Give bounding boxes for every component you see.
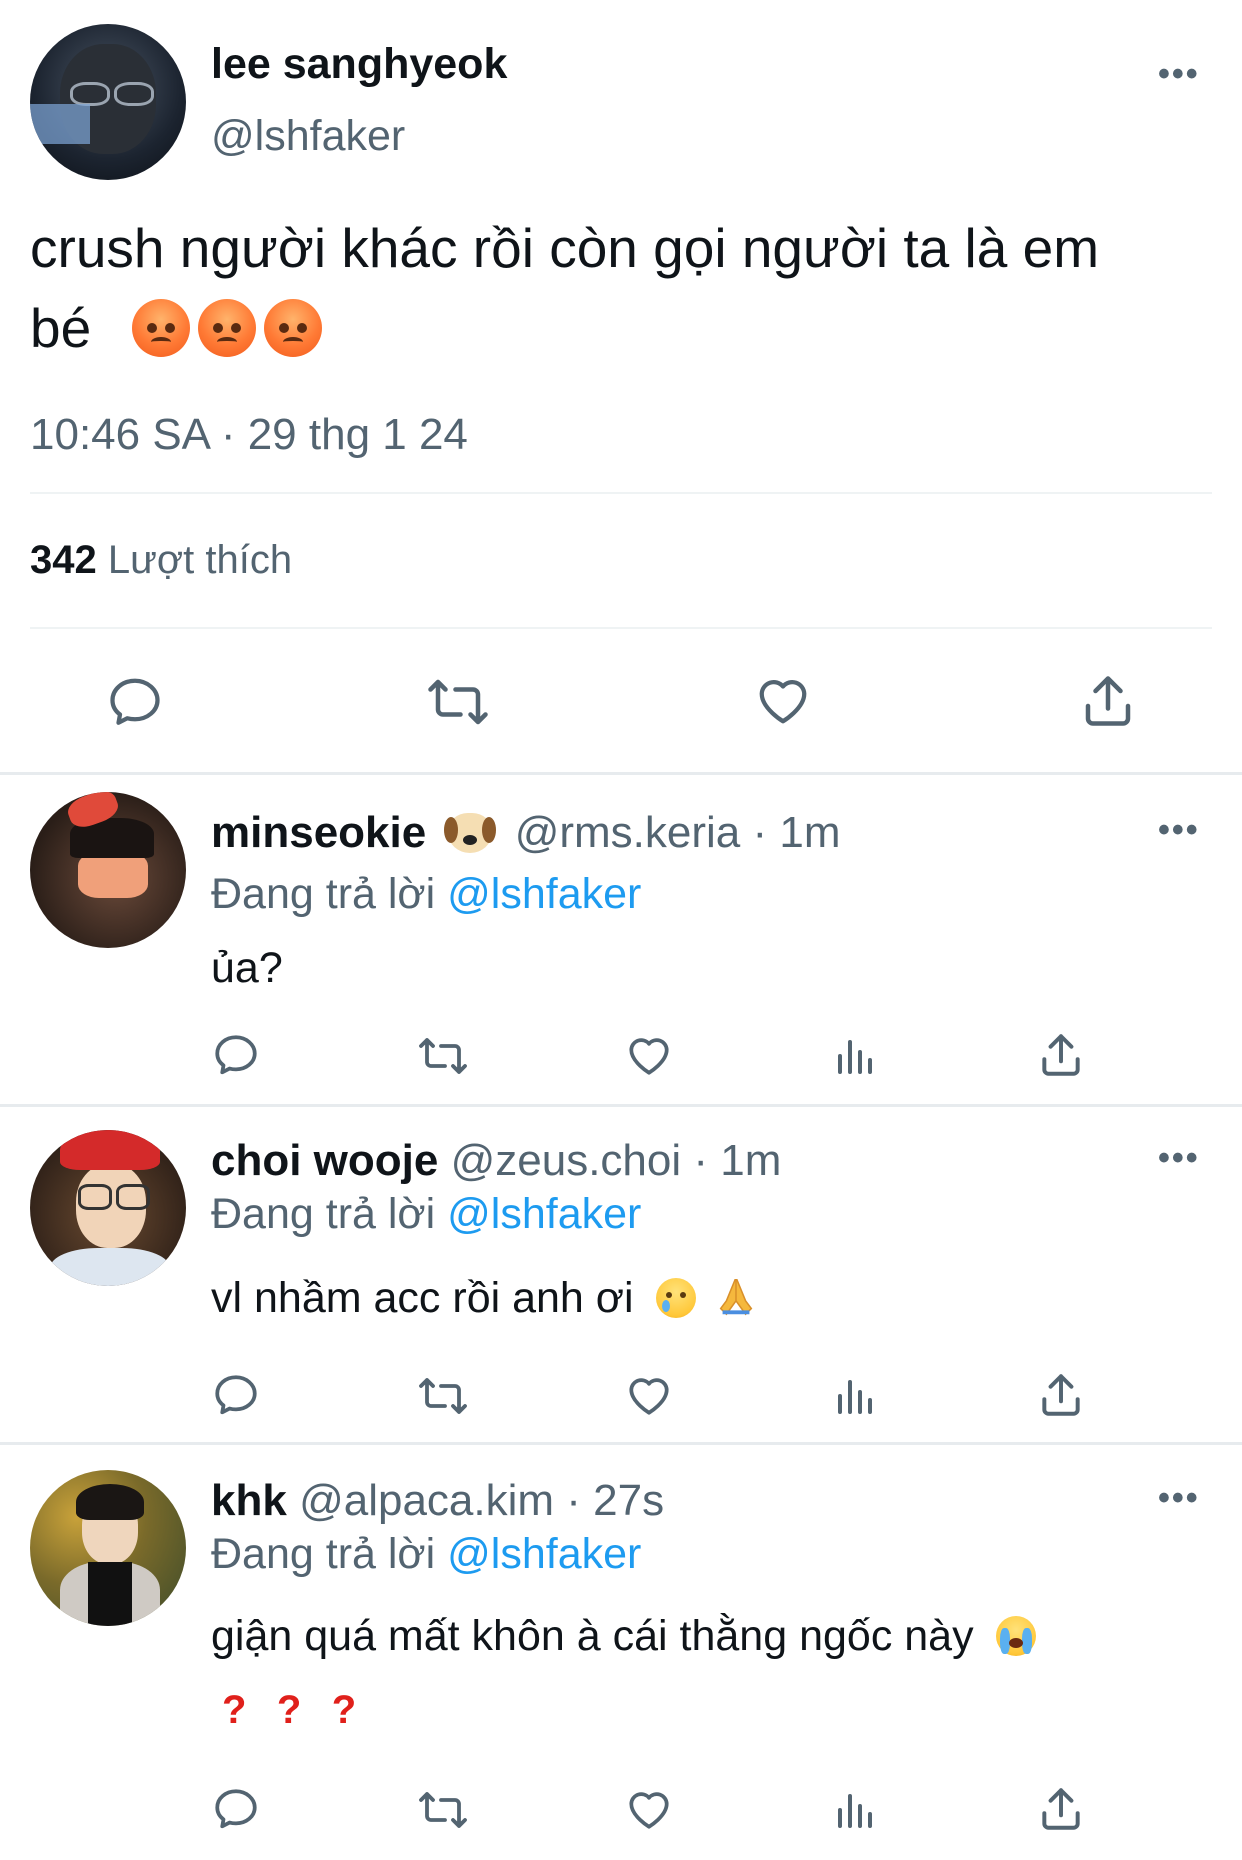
reply-icon[interactable] bbox=[211, 1030, 261, 1080]
avatar-zeus[interactable] bbox=[30, 1130, 186, 1286]
angry-face-icon bbox=[264, 299, 323, 357]
divider bbox=[30, 492, 1212, 494]
tweet-text-line2-word: bé bbox=[30, 297, 92, 359]
section-divider bbox=[0, 1104, 1242, 1107]
share-icon[interactable] bbox=[1036, 1784, 1086, 1834]
more-options-icon[interactable]: ••• bbox=[1158, 1481, 1200, 1515]
replying-to-prefix: Đang trả lời bbox=[211, 870, 436, 918]
likes-stat[interactable]: 342 Lượt thích bbox=[30, 538, 292, 583]
likes-label: Lượt thích bbox=[107, 538, 293, 582]
crying-face-icon bbox=[655, 1278, 696, 1318]
reply-header: choi wooje @zeus.choi · 1m bbox=[211, 1136, 781, 1186]
reply-text: ủa? bbox=[211, 944, 283, 992]
like-heart-icon[interactable] bbox=[624, 1784, 674, 1834]
section-divider bbox=[0, 772, 1242, 775]
share-icon[interactable] bbox=[1036, 1370, 1086, 1420]
replying-to-prefix: Đang trả lời bbox=[211, 1530, 436, 1578]
retweet-icon[interactable] bbox=[415, 1372, 471, 1420]
reply-handle[interactable]: @rms.keria bbox=[515, 808, 741, 857]
reply-display-name[interactable]: minseokie bbox=[211, 808, 426, 857]
avatar-alpaca[interactable] bbox=[30, 1470, 186, 1626]
reply-icon[interactable] bbox=[105, 672, 165, 732]
tweet-text-line2: bé bbox=[30, 288, 1230, 368]
replying-to-link[interactable]: @lshfaker bbox=[447, 1190, 641, 1238]
section-divider bbox=[0, 1442, 1242, 1445]
reply-text: giận quá mất khôn à cái thằng ngốc này bbox=[211, 1612, 974, 1660]
tweet-text-line1: crush người khác rồi còn gọi người ta là… bbox=[30, 217, 1100, 279]
reply-text-row: vl nhầm acc rồi anh ơi bbox=[211, 1274, 759, 1323]
retweet-icon[interactable] bbox=[415, 1786, 471, 1834]
retweet-icon[interactable] bbox=[415, 1032, 471, 1080]
dog-face-icon bbox=[444, 813, 497, 853]
angry-face-icon bbox=[198, 299, 257, 357]
likes-count: 342 bbox=[30, 538, 97, 582]
divider bbox=[30, 627, 1212, 629]
like-heart-icon[interactable] bbox=[752, 670, 814, 730]
reply-display-name[interactable]: khk bbox=[211, 1476, 287, 1525]
reply-display-name[interactable]: choi wooje bbox=[211, 1136, 438, 1185]
avatar-keria[interactable] bbox=[30, 792, 186, 948]
analytics-icon[interactable] bbox=[832, 1032, 880, 1080]
share-icon[interactable] bbox=[1036, 1030, 1086, 1080]
replying-to: Đang trả lời @lshfaker bbox=[211, 1530, 641, 1579]
more-options-icon[interactable]: ••• bbox=[1158, 57, 1200, 91]
question-mark-icon: ? bbox=[331, 1688, 357, 1732]
more-options-icon[interactable]: ••• bbox=[1158, 1141, 1200, 1175]
loudly-crying-face-icon bbox=[995, 1616, 1036, 1656]
replying-to-link[interactable]: @lshfaker bbox=[447, 1530, 641, 1578]
tweet-timestamp[interactable]: 10:46 SA · 29 thg 1 24 bbox=[30, 410, 468, 460]
author-display-name[interactable]: lee sanghyeok bbox=[211, 40, 507, 89]
replying-to-prefix: Đang trả lời bbox=[211, 1190, 436, 1238]
angry-face-icon bbox=[132, 299, 191, 357]
replying-to: Đang trả lời @lshfaker bbox=[211, 870, 641, 919]
replying-to-link[interactable]: @lshfaker bbox=[447, 870, 641, 918]
question-mark-icon: ? bbox=[276, 1688, 302, 1732]
avatar-lshfaker[interactable] bbox=[30, 24, 186, 180]
analytics-icon[interactable] bbox=[832, 1786, 880, 1834]
like-heart-icon[interactable] bbox=[624, 1030, 674, 1080]
reply-handle[interactable]: @zeus.choi bbox=[451, 1136, 682, 1185]
folded-hands-icon bbox=[720, 1278, 753, 1316]
author-handle[interactable]: @lshfaker bbox=[211, 112, 405, 161]
reply-icon[interactable] bbox=[211, 1784, 261, 1834]
more-options-icon[interactable]: ••• bbox=[1158, 813, 1200, 847]
like-heart-icon[interactable] bbox=[624, 1370, 674, 1420]
reply-icon[interactable] bbox=[211, 1370, 261, 1420]
question-marks: ? ? ? bbox=[222, 1688, 382, 1733]
reply-text: vl nhầm acc rồi anh ơi bbox=[211, 1274, 634, 1322]
reply-text-row: giận quá mất khôn à cái thằng ngốc này bbox=[211, 1612, 1036, 1661]
reply-time[interactable]: · 1m bbox=[693, 1136, 781, 1185]
reply-time[interactable]: · 1m bbox=[753, 808, 841, 857]
reply-handle[interactable]: @alpaca.kim bbox=[299, 1476, 554, 1525]
replying-to: Đang trả lời @lshfaker bbox=[211, 1190, 641, 1239]
reply-time[interactable]: · 27s bbox=[566, 1476, 664, 1525]
tweet-text: crush người khác rồi còn gọi người ta là… bbox=[30, 208, 1230, 368]
retweet-icon[interactable] bbox=[425, 672, 491, 732]
question-mark-icon: ? bbox=[222, 1688, 247, 1732]
analytics-icon[interactable] bbox=[832, 1372, 880, 1420]
share-icon[interactable] bbox=[1078, 670, 1138, 732]
reply-header: khk @alpaca.kim · 27s bbox=[211, 1476, 664, 1526]
reply-header: minseokie @rms.keria · 1m bbox=[211, 808, 841, 858]
